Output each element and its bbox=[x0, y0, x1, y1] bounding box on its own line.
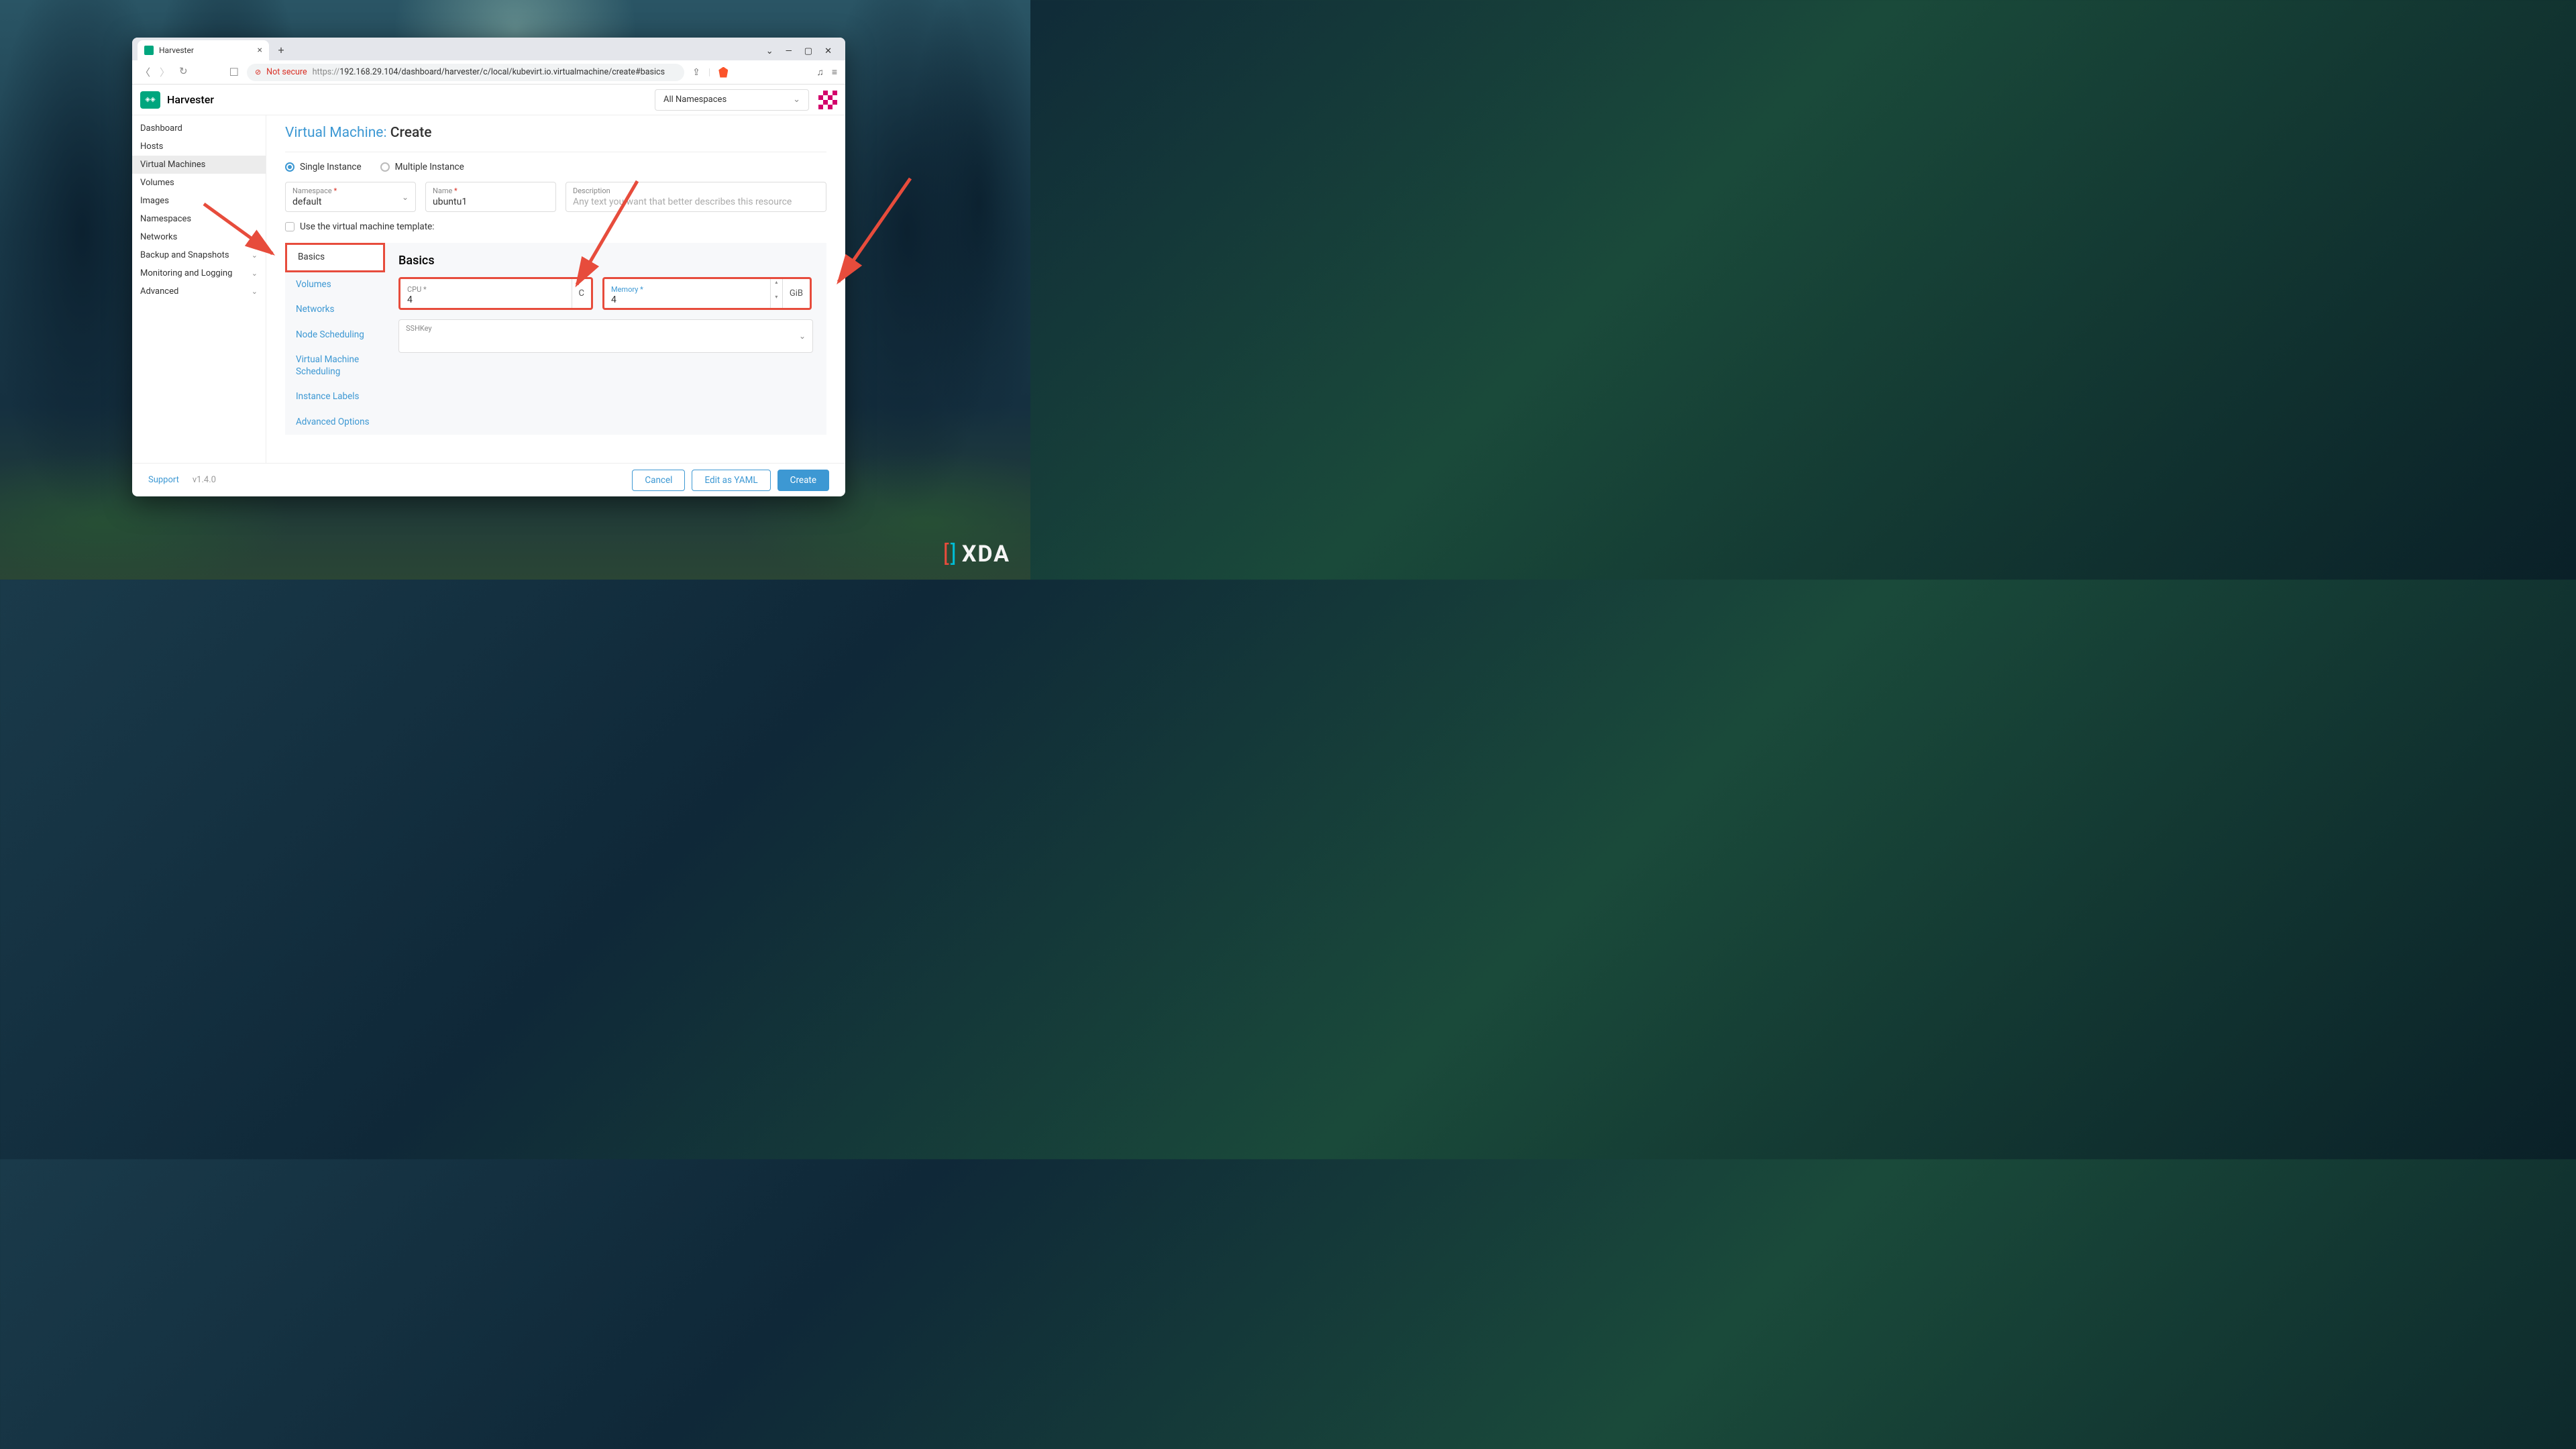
cpu-field[interactable]: CPU * 4 C bbox=[398, 277, 593, 310]
url-path: 192.168.29.104/dashboard/harvester/c/loc… bbox=[339, 67, 665, 77]
sidebar-item-virtual-machines[interactable]: Virtual Machines bbox=[132, 156, 266, 174]
create-button[interactable]: Create bbox=[777, 470, 829, 491]
close-tab-icon[interactable]: × bbox=[258, 45, 262, 56]
tab-search-icon[interactable]: ⌄ bbox=[766, 46, 773, 56]
brave-shields-icon[interactable] bbox=[718, 67, 728, 78]
version-label: v1.4.0 bbox=[193, 475, 216, 485]
config-tab-node-scheduling[interactable]: Node Scheduling bbox=[285, 323, 385, 348]
sidebar: Dashboard Hosts Virtual Machines Volumes… bbox=[132, 115, 266, 463]
not-secure-icon: ⊘ bbox=[255, 68, 261, 76]
tab-favicon bbox=[144, 46, 154, 55]
namespace-value: default bbox=[292, 197, 409, 207]
sidebar-item-hosts[interactable]: Hosts bbox=[132, 138, 266, 156]
sidebar-item-volumes[interactable]: Volumes bbox=[132, 174, 266, 192]
chevron-down-icon: ⌄ bbox=[799, 331, 806, 341]
template-checkbox-row[interactable]: Use the virtual machine template: bbox=[285, 221, 826, 232]
memory-field[interactable]: Memory * 4 ▴▾ GiB bbox=[602, 277, 812, 310]
config-tab-volumes[interactable]: Volumes bbox=[285, 272, 385, 298]
name-value: ubuntu1 bbox=[433, 197, 549, 207]
radio-icon bbox=[285, 162, 294, 172]
cpu-unit: C bbox=[572, 279, 591, 308]
cpu-value: 4 bbox=[407, 294, 565, 305]
sshkey-field[interactable]: SSHKey ⌄ bbox=[398, 319, 813, 353]
sidebar-item-advanced[interactable]: Advanced⌄ bbox=[132, 282, 266, 301]
namespace-field[interactable]: Namespace * default ⌄ bbox=[285, 182, 416, 212]
maximize-icon[interactable]: ▢ bbox=[804, 46, 812, 56]
chevron-down-icon: ⌄ bbox=[252, 287, 258, 296]
chevron-down-icon: ⌄ bbox=[252, 233, 258, 241]
app-footer: Support v1.4.0 Cancel Edit as YAML Creat… bbox=[132, 463, 845, 496]
browser-tab[interactable]: Harvester × bbox=[138, 40, 269, 60]
description-field[interactable]: Description Any text you want that bette… bbox=[566, 182, 826, 212]
memory-value: 4 bbox=[611, 294, 763, 305]
config-tab-advanced-options[interactable]: Advanced Options bbox=[285, 410, 385, 435]
edit-yaml-button[interactable]: Edit as YAML bbox=[692, 470, 770, 491]
radio-icon bbox=[380, 162, 390, 172]
panel-title: Basics bbox=[398, 254, 813, 268]
chevron-down-icon: ⌄ bbox=[793, 95, 800, 105]
config-tab-networks[interactable]: Networks bbox=[285, 297, 385, 323]
browser-window: Harvester × + ⌄ — ▢ ✕ 〈 〉 ↻ ☐ ⊘ Not secu… bbox=[132, 38, 845, 496]
url-field[interactable]: ⊘ Not secure https://192.168.29.104/dash… bbox=[247, 64, 684, 81]
namespace-selector-label: All Namespaces bbox=[663, 95, 727, 105]
hamburger-menu-icon[interactable]: ≡ bbox=[832, 66, 837, 78]
url-protocol: https:// bbox=[313, 67, 340, 77]
new-tab-button[interactable]: + bbox=[272, 44, 290, 60]
not-secure-label: Not secure bbox=[266, 67, 307, 77]
checkbox-icon bbox=[285, 222, 294, 231]
support-link[interactable]: Support bbox=[148, 475, 179, 485]
memory-spinner[interactable]: ▴▾ bbox=[770, 279, 782, 308]
config-tab-vm-scheduling[interactable]: Virtual Machine Scheduling bbox=[285, 347, 385, 384]
memory-unit: GiB bbox=[782, 279, 810, 308]
sidebar-item-networks[interactable]: Networks⌄ bbox=[132, 228, 266, 246]
window-controls: ⌄ — ▢ ✕ bbox=[758, 46, 840, 60]
tab-title: Harvester bbox=[159, 46, 194, 55]
xda-watermark: [] XDA bbox=[943, 541, 1010, 568]
radio-multiple-instance[interactable]: Multiple Instance bbox=[380, 162, 464, 172]
bookmark-icon[interactable]: ☐ bbox=[229, 66, 239, 78]
close-window-icon[interactable]: ✕ bbox=[824, 46, 832, 56]
share-icon[interactable]: ⇪ bbox=[692, 67, 700, 78]
sidebar-item-monitoring-logging[interactable]: Monitoring and Logging⌄ bbox=[132, 264, 266, 282]
sidebar-item-dashboard[interactable]: Dashboard bbox=[132, 119, 266, 138]
app-header: ◈◈ Harvester All Namespaces ⌄ bbox=[132, 85, 845, 115]
sidebar-item-namespaces[interactable]: Namespaces bbox=[132, 210, 266, 228]
namespace-selector[interactable]: All Namespaces ⌄ bbox=[655, 89, 809, 111]
config-nav: Basics Volumes Networks Node Scheduling … bbox=[285, 243, 385, 435]
page-title: Virtual Machine: Create bbox=[285, 125, 826, 141]
sidebar-item-backup-snapshots[interactable]: Backup and Snapshots⌄ bbox=[132, 246, 266, 264]
chevron-down-icon: ⌄ bbox=[252, 251, 258, 260]
main-content: Virtual Machine: Create Single Instance … bbox=[266, 115, 845, 463]
app-name: Harvester bbox=[167, 93, 214, 106]
address-bar: 〈 〉 ↻ ☐ ⊘ Not secure https://192.168.29.… bbox=[132, 60, 845, 85]
back-icon[interactable]: 〈 bbox=[140, 65, 150, 79]
media-icon[interactable]: ♫ bbox=[816, 66, 824, 78]
title-leaf: Create bbox=[390, 125, 432, 141]
minimize-icon[interactable]: — bbox=[786, 46, 792, 56]
title-breadcrumb[interactable]: Virtual Machine: bbox=[285, 125, 387, 141]
app-logo[interactable]: ◈◈ bbox=[140, 91, 160, 109]
cancel-button[interactable]: Cancel bbox=[632, 470, 685, 491]
tab-bar: Harvester × + ⌄ — ▢ ✕ bbox=[132, 38, 845, 60]
config-area: Basics Volumes Networks Node Scheduling … bbox=[285, 243, 826, 435]
sidebar-item-images[interactable]: Images bbox=[132, 192, 266, 210]
config-tab-basics[interactable]: Basics bbox=[285, 243, 385, 272]
chevron-down-icon: ⌄ bbox=[402, 193, 409, 202]
template-checkbox-label: Use the virtual machine template: bbox=[300, 221, 435, 232]
config-tab-instance-labels[interactable]: Instance Labels bbox=[285, 384, 385, 410]
forward-icon: 〉 bbox=[160, 65, 170, 79]
basics-panel: Basics CPU * 4 C Memory * 4 bbox=[385, 243, 826, 435]
radio-single-instance[interactable]: Single Instance bbox=[285, 162, 362, 172]
reload-icon[interactable]: ↻ bbox=[179, 65, 188, 79]
instance-type-radio-group: Single Instance Multiple Instance bbox=[285, 162, 826, 172]
user-avatar[interactable] bbox=[818, 91, 837, 109]
description-placeholder: Any text you want that better describes … bbox=[573, 197, 819, 207]
name-field[interactable]: Name * ubuntu1 bbox=[425, 182, 556, 212]
chevron-down-icon: ⌄ bbox=[252, 269, 258, 278]
